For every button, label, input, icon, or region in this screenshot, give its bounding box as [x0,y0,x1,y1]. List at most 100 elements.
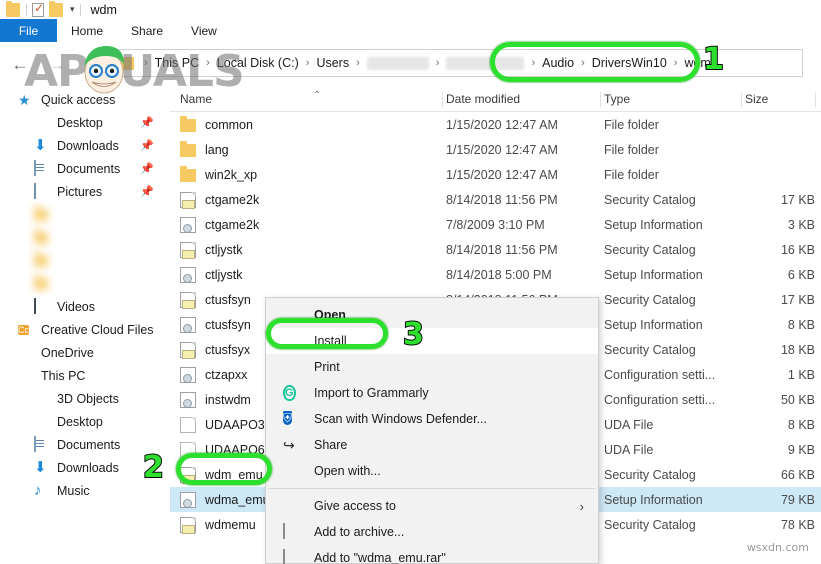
up-button[interactable]: ↑ [74,55,108,75]
table-row[interactable]: ctljystk 8/14/2018 5:00 PM Setup Informati… [170,262,821,287]
menu-item-give-access-to[interactable]: Give access to › [266,493,598,519]
breadcrumb-separator-icon[interactable]: › [356,57,360,69]
file-name-cell[interactable]: ctgame2k [180,191,259,209]
column-divider[interactable] [741,92,742,107]
file-name-label: win2k_xp [205,167,258,182]
column-header-date-modified[interactable]: Date modified [446,92,520,106]
breadcrumb-separator-icon[interactable]: › [436,57,440,69]
pin-icon[interactable]: 📌 [140,162,154,175]
file-name-cell[interactable]: wdma_emu [180,491,270,508]
file-name-cell[interactable]: UDAAPO32 [180,416,272,433]
file-name-cell[interactable]: ctgame2k [180,216,259,233]
file-name-cell[interactable]: ctzapxx [180,366,247,383]
file-name-cell[interactable]: win2k_xp [180,166,258,182]
file-name-label: ctljystk [205,267,243,282]
column-header-type[interactable]: Type [604,92,630,106]
new-folder-icon[interactable] [49,0,63,17]
menu-item-open[interactable]: Open [266,302,598,328]
pin-icon[interactable]: 📌 [140,139,154,152]
sidebar-item-redacted-7[interactable] [0,249,170,272]
sidebar-item-pictures-4[interactable]: Pictures 📌 [0,180,170,203]
breadcrumb-separator-icon[interactable]: › [674,57,678,69]
file-name-cell[interactable]: ctljystk [180,241,243,259]
tab-home[interactable]: Home [57,19,117,42]
sidebar-item-redacted-6[interactable] [0,226,170,249]
file-name-cell[interactable]: wdm_emu [180,466,263,484]
pin-icon[interactable]: 📌 [140,185,154,198]
file-name-cell[interactable]: UDAAPO64 [180,441,272,458]
table-row[interactable]: ctgame2k 7/8/2009 3:10 PM Setup Informatio… [170,212,821,237]
breadcrumb-separator-icon[interactable]: › [581,57,585,69]
table-row[interactable]: lang 1/15/2020 12:47 AM File folder [170,137,821,162]
sidebar-item-downloads-2[interactable]: ⬇ Downloads 📌 [0,134,170,157]
breadcrumb-separator-icon[interactable]: › [144,57,148,69]
catalog-icon [180,391,196,408]
sidebar-item-redacted-8[interactable] [0,272,170,295]
context-menu[interactable]: Open Install Print G Import to Grammarly ⛨ Sca… [265,297,599,564]
file-name-label: ctusfsyn [205,317,251,332]
menu-item-scan-with-windows-defender[interactable]: ⛨ Scan with Windows Defender... [266,406,598,432]
breadcrumb-item-users[interactable]: Users [316,56,349,70]
file-name-cell[interactable]: common [180,116,253,132]
tab-file[interactable]: File [0,19,57,42]
back-button[interactable]: ← [0,55,40,75]
column-divider[interactable] [815,92,816,107]
forward-button[interactable]: → [40,55,74,75]
navigation-pane[interactable]: ★ Quick access Desktop 📌 ⬇ Downloads 📌 Document… [0,88,170,564]
breadcrumb-item-redacted-user[interactable] [366,56,429,70]
properties-icon[interactable] [32,1,44,17]
table-row[interactable]: ctljystk 8/14/2018 11:56 PM Security Catal… [170,237,821,262]
tab-share[interactable]: Share [117,19,177,42]
breadcrumb-item-redacted-folder[interactable] [446,56,525,70]
breadcrumb[interactable]: › This PC › Local Disk (C:) › Users › › … [113,49,803,77]
column-header-name[interactable]: Name [180,92,212,106]
breadcrumb-separator-icon[interactable]: › [531,57,535,69]
file-name-cell[interactable]: wdmemu [180,516,256,534]
sidebar-item-this-pc-12[interactable]: This PC [0,364,170,387]
breadcrumb-item-local-disk[interactable]: Local Disk (C:) [217,56,299,70]
sidebar-item-redacted-5[interactable] [0,203,170,226]
folder-icon[interactable] [6,0,20,17]
chevron-down-icon[interactable]: ▾ [70,4,75,15]
file-size-cell: 17 KB [780,192,815,207]
file-name-cell[interactable]: ctljystk [180,266,243,283]
column-divider[interactable] [600,92,601,107]
table-row[interactable]: win2k_xp 1/15/2020 12:47 AM File folder [170,162,821,187]
breadcrumb-item-audio[interactable]: Audio [542,56,574,70]
menu-item-open-with[interactable]: Open with... [266,458,598,484]
breadcrumb-item-driverswin10[interactable]: DriversWin10 [592,56,667,70]
sidebar-item-videos-9[interactable]: Videos [0,295,170,318]
file-name-cell[interactable]: lang [180,141,229,157]
file-type-cell: Setup Information [604,267,703,282]
breadcrumb-separator-icon[interactable]: › [306,57,310,69]
file-name-label: instwdm [205,392,251,407]
sidebar-item-quick-access-0[interactable]: ★ Quick access [0,88,170,111]
sidebar-item-desktop-1[interactable]: Desktop 📌 [0,111,170,134]
breadcrumb-item-this-pc[interactable]: This PC [155,56,199,70]
menu-item-add-to-archive[interactable]: Add to archive... [266,519,598,545]
menu-item-install[interactable]: Install [266,328,598,354]
breadcrumb-separator-icon[interactable]: › [206,57,210,69]
file-name-cell[interactable]: instwdm [180,391,251,408]
table-row[interactable]: ctgame2k 8/14/2018 11:56 PM Security Catal… [170,187,821,212]
sidebar-item-onedrive-11[interactable]: OneDrive [0,341,170,364]
file-name-cell[interactable]: ctusfsyx [180,341,250,359]
sidebar-item-3d-objects-13[interactable]: 3D Objects [0,387,170,410]
pin-icon[interactable]: 📌 [140,116,154,129]
menu-item-print[interactable]: Print [266,354,598,380]
sidebar-item-creative-cloud-files-10[interactable]: Cc Creative Cloud Files [0,318,170,341]
menu-item-import-to-grammarly[interactable]: G Import to Grammarly [266,380,598,406]
file-name-cell[interactable]: ctusfsyn [180,291,251,309]
file-size-cell: 9 KB [787,442,815,457]
menu-item-add-to-wdma-emu-rar[interactable]: Add to "wdma_emu.rar" [266,545,598,564]
column-header-size[interactable]: Size [745,92,768,106]
menu-item-share[interactable]: ↪ Share [266,432,598,458]
file-name-cell[interactable]: ctusfsyn [180,316,251,333]
tab-view[interactable]: View [177,19,231,42]
desktop-icon [34,414,50,430]
sidebar-item-desktop-14[interactable]: Desktop [0,410,170,433]
sidebar-item-documents-3[interactable]: Documents 📌 [0,157,170,180]
sidebar-item-label: Desktop [57,414,103,429]
table-row[interactable]: common 1/15/2020 12:47 AM File folder [170,112,821,137]
column-divider[interactable] [442,92,443,107]
